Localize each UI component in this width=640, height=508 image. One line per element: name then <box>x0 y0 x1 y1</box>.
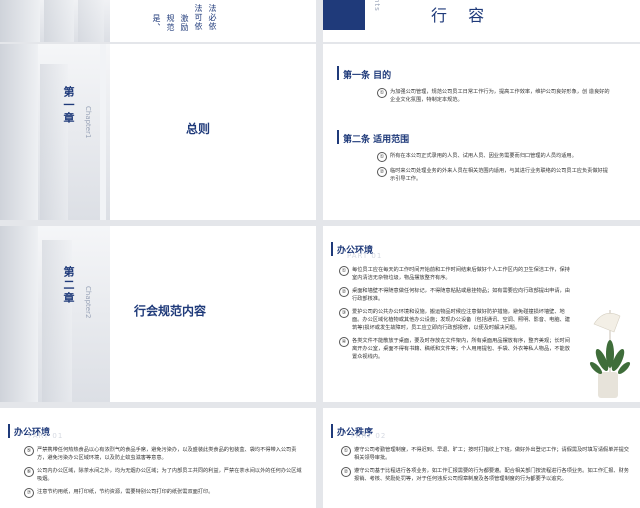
list-item: ③ 爱护公司的公共办公环境和设施，搬运物品时候应注意做好防护措施，避免碰撞损坏墙壁… <box>339 308 575 332</box>
building-photo <box>0 226 110 402</box>
slide-office-order: 办公秩序 PART 02 ① 遵守公司考勤管理制度，不得迟到、早退、旷工；按时打指… <box>323 408 640 508</box>
slide-1: 法必依 法可依 激励 规范 是、 <box>0 0 316 42</box>
list-item: ④ 各类文件不能散放于桌面，要及时存放在文件架内，所有桌面用品摆放有序，整齐美观；… <box>339 337 575 361</box>
section-body: ⑤ 严禁携带任何热热食品以心有浓烈气的食品手席，避免污染办，以及盛装此类食品的包装… <box>24 446 306 503</box>
chapter-title: 总则 <box>186 122 211 136</box>
slide-title: 行 容 <box>431 6 493 25</box>
list-item: ⑦ 注意节约用纸，用打印纸，节约资源，需要特别公司打印的纸张需双面打印。 <box>24 488 306 498</box>
slide-office-env-1: 办公环境 PART 01 ① 每位员工应在每天的工作时间开始前和工作时间结束后做好… <box>323 226 640 402</box>
list-item: ① 遵守公司考勤管理制度，不得迟到、早退、旷工；按时打指纹上下班，做好外出登记工作… <box>341 446 629 462</box>
list-item: ② 桌面和墙壁不得随意做任何标记，不得随意粘贴或悬挂物品；如有需要应向行政部提出申… <box>339 287 575 303</box>
title-bar <box>8 424 10 438</box>
list-item: ② 遵守公司基于比程进行各项业务，如工作汇报需要的行为都要遵。配合相关部门按流程进… <box>341 467 629 483</box>
ghost-en-text: nts <box>373 0 381 12</box>
chapter-label: 第一章 <box>62 86 75 125</box>
section-2-title: 第二条 适用范围 <box>343 135 410 145</box>
slide-purpose-scope: 第一条 目的 ① 为加强公司管理，规范公司员工日常工作行为，提高工作效率，维护公司… <box>323 44 640 220</box>
slide-chapter-2: 第二章 Chapter2 行会规范内容 <box>0 226 316 402</box>
section-body: ① 每位员工应在每天的工作时间开始前和工作时间结束后做好个人工作区内的卫生保洁工作… <box>339 266 575 366</box>
section-1-title: 第一条 目的 <box>343 71 392 81</box>
section-body: ① 遵守公司考勤管理制度，不得迟到、早退、旷工；按时打指纹上下班，做好外出登记工作… <box>341 446 629 488</box>
chapter-label: 第二章 <box>62 266 75 305</box>
building-photo <box>0 44 110 220</box>
vertical-text-2: 法可依 <box>194 4 203 31</box>
building-photo <box>0 0 110 42</box>
vertical-text-1: 法必依 <box>208 4 217 31</box>
vertical-text-5: 是、 <box>152 14 161 32</box>
chapter-accent-bar <box>100 44 106 220</box>
list-item: ⑥ 公司内办公区域，除茶水间之外，均为无烟办公区域；为了内部员工共同的利益，严禁在… <box>24 467 306 483</box>
section-2-body: ① 所有在本公司正式录用的人员、试用人员、因业务需要而归口管理的人员均适用。 ②临… <box>377 152 613 188</box>
list-item: ② 临时来公司处理业务的外来人员在相关范围内适用，与其进行业务联络的公司员工应负责… <box>377 167 613 183</box>
section-1-body: ① 为加强公司管理，规范公司员工日常工作行为，提高工作效率，维护公司良好形象，创 … <box>377 88 613 109</box>
ghost-part-label: PART 01 <box>28 432 64 440</box>
list-item: ① 所有在本公司正式录用的人员、试用人员、因业务需要而归口管理的人员均适用。 <box>377 152 613 162</box>
list-item: ⑤ 严禁携带任何热热食品以心有浓烈气的食品手席，避免污染办，以及盛装此类食品的包装… <box>24 446 306 462</box>
title-bar <box>331 242 333 256</box>
chapter-en-label: Chapter2 <box>84 286 92 319</box>
ghost-part-label: PART 02 <box>351 432 387 440</box>
lamp-plant-illustration <box>589 310 631 398</box>
section-bar-2 <box>337 130 339 144</box>
slide-office-env-2: 办公环境 PART 01 ⑤ 严禁携带任何热热食品以心有浓烈气的食品手席，避免污染… <box>0 408 316 508</box>
vertical-text-3: 激励 <box>180 14 189 32</box>
blue-panel <box>323 0 365 30</box>
section-bar-1 <box>337 66 339 80</box>
list-item: ① 为加强公司管理，规范公司员工日常工作行为，提高工作效率，维护公司良好形象，创 … <box>377 88 613 104</box>
ghost-part-label: PART 01 <box>347 252 383 260</box>
chapter-title: 行会规范内容 <box>134 304 207 318</box>
vertical-text-4: 规范 <box>166 14 175 32</box>
slide-2: nts 行 容 <box>323 0 640 42</box>
chapter-en-label: Chapter1 <box>84 106 92 139</box>
title-bar <box>331 424 333 438</box>
list-item: ① 每位员工应在每天的工作时间开始前和工作时间结束后做好个人工作区内的卫生保洁工作… <box>339 266 575 282</box>
slide-chapter-1: 第一章 Chapter1 总则 <box>0 44 316 220</box>
